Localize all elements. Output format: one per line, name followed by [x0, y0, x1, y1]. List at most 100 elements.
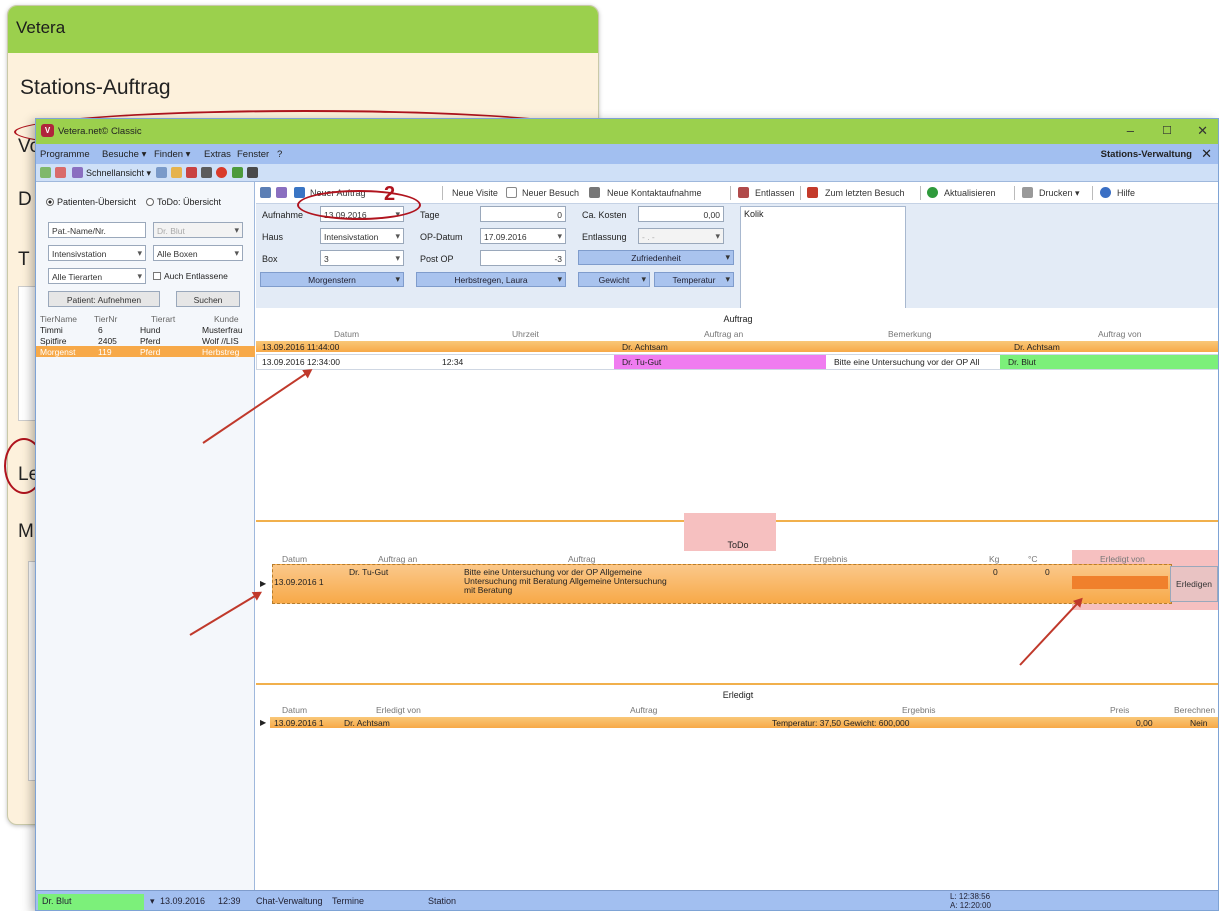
- quickview-icon[interactable]: [72, 167, 83, 178]
- stop-icon[interactable]: [216, 167, 227, 178]
- order-from: Dr. Achtsam: [1014, 342, 1060, 352]
- minimize-icon[interactable]: –: [1127, 123, 1134, 138]
- todo-temp: 0: [1045, 567, 1050, 577]
- time-last: L: 12:38:56: [950, 892, 991, 901]
- tab-appointments[interactable]: Termine: [332, 896, 364, 906]
- document-icon[interactable]: [506, 187, 517, 198]
- new-visit-record-button[interactable]: Neuer Besuch: [522, 188, 579, 198]
- print-icon[interactable]: [1022, 187, 1033, 198]
- print-button[interactable]: Drucken ▾: [1039, 188, 1080, 199]
- admit-patient-button[interactable]: Patient: Aufnehmen: [48, 291, 160, 307]
- search-button[interactable]: Suchen: [176, 291, 240, 307]
- last-visit-icon[interactable]: [807, 187, 818, 198]
- notes-field[interactable]: Kolik: [740, 206, 906, 309]
- tool-icon[interactable]: [232, 167, 243, 178]
- patient-dropdown[interactable]: Morgenstern: [260, 272, 404, 287]
- new-order-icon[interactable]: [294, 187, 305, 198]
- table-row[interactable]: Spitfire 2405 Pferd Wolf //LIS: [36, 335, 255, 346]
- days-field[interactable]: 0: [480, 206, 566, 222]
- last-visit-button[interactable]: Zum letzten Besuch: [825, 188, 905, 198]
- table-row[interactable]: [256, 341, 1218, 352]
- discharge-button[interactable]: Entlassen: [755, 188, 795, 198]
- save-icon[interactable]: [260, 187, 271, 198]
- include-discharged-checkbox[interactable]: Auch Entlassene: [153, 271, 228, 281]
- panel-close-icon[interactable]: ✕: [1201, 146, 1212, 162]
- done-by: Dr. Achtsam: [344, 718, 390, 728]
- costs-field[interactable]: 0,00: [638, 206, 724, 222]
- help-icon[interactable]: [1100, 187, 1111, 198]
- column-header: Bemerkung: [888, 329, 932, 339]
- done-caption: Erledigt: [722, 690, 754, 700]
- tool-icon[interactable]: [171, 167, 182, 178]
- calc-icon[interactable]: [247, 167, 258, 178]
- help-button[interactable]: Hilfe: [1117, 188, 1135, 198]
- op-date-field[interactable]: 17.09.2016: [480, 228, 566, 244]
- boxes-select[interactable]: Alle Boxen: [153, 245, 243, 261]
- column-header: Preis: [1110, 705, 1130, 715]
- order-panel: Neuer Auftrag Neue Visite Neuer Besuch N…: [256, 182, 1218, 890]
- tool-icon[interactable]: [186, 167, 197, 178]
- column-header: Datum: [282, 554, 308, 564]
- status-dropdown-icon[interactable]: ▾: [150, 896, 155, 907]
- complete-button[interactable]: Erledigen: [1170, 566, 1218, 602]
- toolbar-separator: [800, 186, 801, 200]
- refresh-button[interactable]: Aktualisieren: [944, 188, 996, 198]
- post-op-label: Post OP: [420, 254, 454, 264]
- menu-help[interactable]: ?: [277, 149, 282, 160]
- todo-assignee: Dr. Tu-Gut: [349, 567, 389, 577]
- tab-chat[interactable]: Chat-Verwaltung: [256, 896, 323, 906]
- maximize-icon[interactable]: ☐: [1162, 124, 1172, 137]
- done-by-field[interactable]: [1072, 576, 1168, 589]
- quickview-label[interactable]: Schnellansicht ▾: [86, 168, 151, 179]
- menu-fenster[interactable]: Fenster: [237, 149, 269, 160]
- owner-dropdown[interactable]: Herbstregen, Laura: [416, 272, 566, 287]
- table-row[interactable]: Timmi 6 Hund Musterfrau: [36, 324, 255, 335]
- table-row-selected[interactable]: Morgenst 119 Pferd Herbstreg: [36, 346, 255, 357]
- discharge-date-field[interactable]: - . -: [638, 228, 724, 244]
- app-window: V Vetera.net© Classic – ☐ ✕ Programme Be…: [35, 118, 1219, 911]
- column-header: Ergebnis: [902, 705, 936, 715]
- tool-icon[interactable]: [201, 167, 212, 178]
- tool-icon[interactable]: [156, 167, 167, 178]
- app-logo-icon: V: [41, 124, 54, 137]
- new-contact-button[interactable]: Neue Kontaktaufnahme: [607, 188, 702, 198]
- print-icon[interactable]: [55, 167, 66, 178]
- table-row[interactable]: [272, 564, 1172, 604]
- radio-patient-overview[interactable]: Patienten-Übersicht: [46, 197, 136, 207]
- menu-extras[interactable]: Extras: [204, 149, 231, 160]
- column-header: Auftrag von: [1098, 329, 1142, 339]
- house-select[interactable]: Intensivstation: [320, 228, 404, 244]
- todo-date: 13.09.2016 1: [274, 577, 324, 587]
- column-header: Ergebnis: [814, 554, 848, 564]
- admission-label: Aufnahme: [262, 210, 304, 220]
- new-visit-button[interactable]: Neue Visite: [452, 188, 498, 198]
- toolbar-separator: [920, 186, 921, 200]
- station-select[interactable]: Intensivstation: [48, 245, 146, 261]
- tool-icon[interactable]: [276, 187, 287, 198]
- menu-finden[interactable]: Finden ▾: [154, 149, 190, 160]
- menu-besuche[interactable]: Besuche ▾: [102, 149, 146, 160]
- doctor-select[interactable]: Dr. Blut: [153, 222, 243, 238]
- done-result: Temperatur: 37,50 Gewicht: 600,000: [772, 718, 910, 728]
- menu-programme[interactable]: Programme: [40, 149, 90, 160]
- discharge-icon[interactable]: [738, 187, 749, 198]
- box-select[interactable]: 3: [320, 250, 404, 266]
- orders-grid: Auftrag Datum Uhrzeit Auftrag an Bemerku…: [256, 308, 1218, 520]
- column-header: Kg: [989, 554, 1000, 564]
- species-select[interactable]: Alle Tierarten: [48, 268, 146, 284]
- refresh-icon[interactable]: [927, 187, 938, 198]
- column-header: Datum: [334, 329, 360, 339]
- order-date: 13.09.2016 12:34:00: [262, 357, 340, 367]
- new-icon[interactable]: [40, 167, 51, 178]
- patient-name-input[interactable]: Pat.-Name/Nr.: [48, 222, 146, 238]
- satisfaction-dropdown[interactable]: Zufriedenheit: [578, 250, 734, 265]
- close-icon[interactable]: ✕: [1197, 123, 1208, 139]
- table-row[interactable]: [270, 717, 1218, 728]
- done-price: 0,00: [1136, 718, 1153, 728]
- temperature-dropdown[interactable]: Temperatur: [654, 272, 734, 287]
- radio-todo-overview[interactable]: ToDo: Übersicht: [146, 197, 221, 207]
- weight-dropdown[interactable]: Gewicht: [578, 272, 650, 287]
- tab-station[interactable]: Station: [428, 896, 456, 906]
- contact-icon[interactable]: [589, 187, 600, 198]
- post-op-field[interactable]: -3: [480, 250, 566, 266]
